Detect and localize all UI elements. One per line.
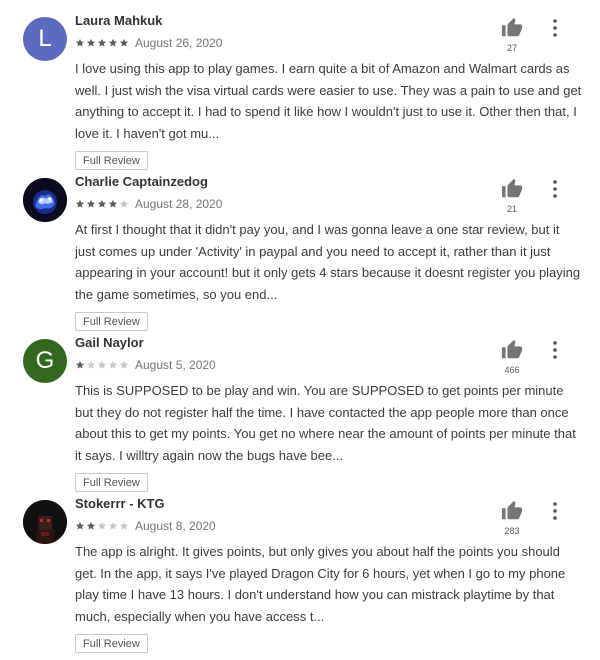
star-empty-icon [97,360,107,369]
thumbs-up-icon[interactable] [501,339,523,361]
star-filled-icon [86,38,96,47]
helpful-count: 27 [506,43,517,53]
more-options-icon[interactable] [549,179,561,199]
thumbs-up-icon[interactable] [501,17,523,39]
star-empty-icon [119,521,129,530]
star-filled-icon [86,199,96,208]
star-empty-icon [119,199,129,208]
star-filled-icon [75,521,85,530]
helpful-count: 283 [504,526,520,536]
review-card: Charlie Captainzedog August 28, 2020 At … [0,161,600,331]
review-meta: August 28, 2020 [75,197,222,211]
star-filled-icon [108,38,118,47]
review-meta: August 8, 2020 [75,519,216,533]
review-text: I love using this app to play games. I e… [75,61,582,141]
star-filled-icon [119,38,129,47]
thumbs-up-icon[interactable] [501,500,523,522]
full-review-button[interactable]: Full Review [75,634,148,653]
star-filled-icon [75,360,85,369]
more-options-icon[interactable] [549,501,561,521]
star-filled-icon [97,199,107,208]
reviewer-name: Stokerrr - KTG [75,496,165,511]
review-card: Stokerrr - KTG August 8, 2020 The app is… [0,483,600,653]
star-rating [75,199,130,209]
review-meta: August 5, 2020 [75,358,216,372]
star-filled-icon [86,521,96,530]
star-empty-icon [108,360,118,369]
star-filled-icon [97,38,107,47]
review-text: At first I thought that it didn't pay yo… [75,222,581,302]
avatar[interactable] [23,500,67,544]
review-meta: August 26, 2020 [75,36,222,50]
review-date: August 26, 2020 [135,36,223,50]
avatar-letter: G [35,347,55,374]
review-text: This is SUPPOSED to be play and win. You… [75,383,576,463]
reviewer-name: Laura Mahkuk [75,13,163,28]
star-empty-icon [108,521,118,530]
star-rating [75,38,130,48]
reviewer-name: Gail Naylor [75,335,144,350]
star-rating [75,360,130,370]
more-options-icon[interactable] [549,340,561,360]
review-date: August 8, 2020 [135,519,216,533]
review-date: August 5, 2020 [135,358,216,372]
avatar-letter: L [38,25,52,52]
star-filled-icon [75,199,85,208]
helpful-count: 21 [506,204,517,214]
review-card: L Laura Mahkuk August 26, 2020 I love us… [0,0,600,170]
star-empty-icon [86,360,96,369]
star-empty-icon [119,360,129,369]
more-options-icon[interactable] [549,18,561,38]
star-filled-icon [75,38,85,47]
star-empty-icon [97,521,107,530]
star-filled-icon [108,199,118,208]
avatar-image [23,500,67,544]
review-text: The app is alright. It gives points, but… [75,544,566,624]
review-date: August 28, 2020 [135,197,223,211]
avatar[interactable] [23,178,67,222]
reviewer-name: Charlie Captainzedog [75,174,208,189]
thumbs-up-icon[interactable] [501,178,523,200]
avatar[interactable]: L [23,17,67,61]
helpful-count: 466 [504,365,520,375]
star-rating [75,521,130,531]
avatar[interactable]: G [23,339,67,383]
avatar-image [23,178,67,222]
review-card: G Gail Naylor August 5, 2020 This is SUP… [0,322,600,492]
